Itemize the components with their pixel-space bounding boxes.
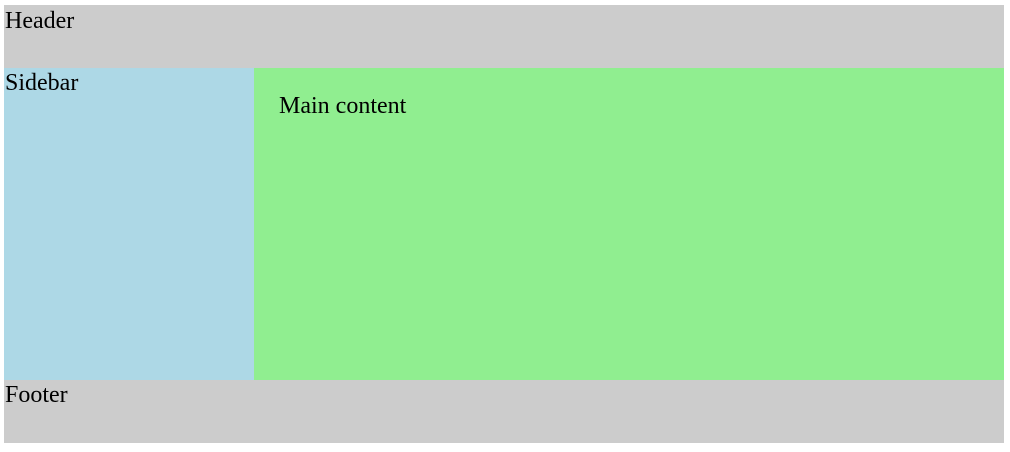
sidebar: Sidebar (4, 68, 254, 380)
header-label: Header (5, 8, 75, 34)
page-footer: Footer (4, 380, 1004, 443)
page-layout: Header Sidebar Main content Footer (4, 5, 1004, 443)
footer-label: Footer (5, 382, 68, 408)
sidebar-label: Sidebar (5, 70, 79, 96)
main-content-text: Main content (279, 93, 407, 119)
main-content: Main content (254, 68, 1004, 380)
page-header: Header (4, 5, 1004, 68)
